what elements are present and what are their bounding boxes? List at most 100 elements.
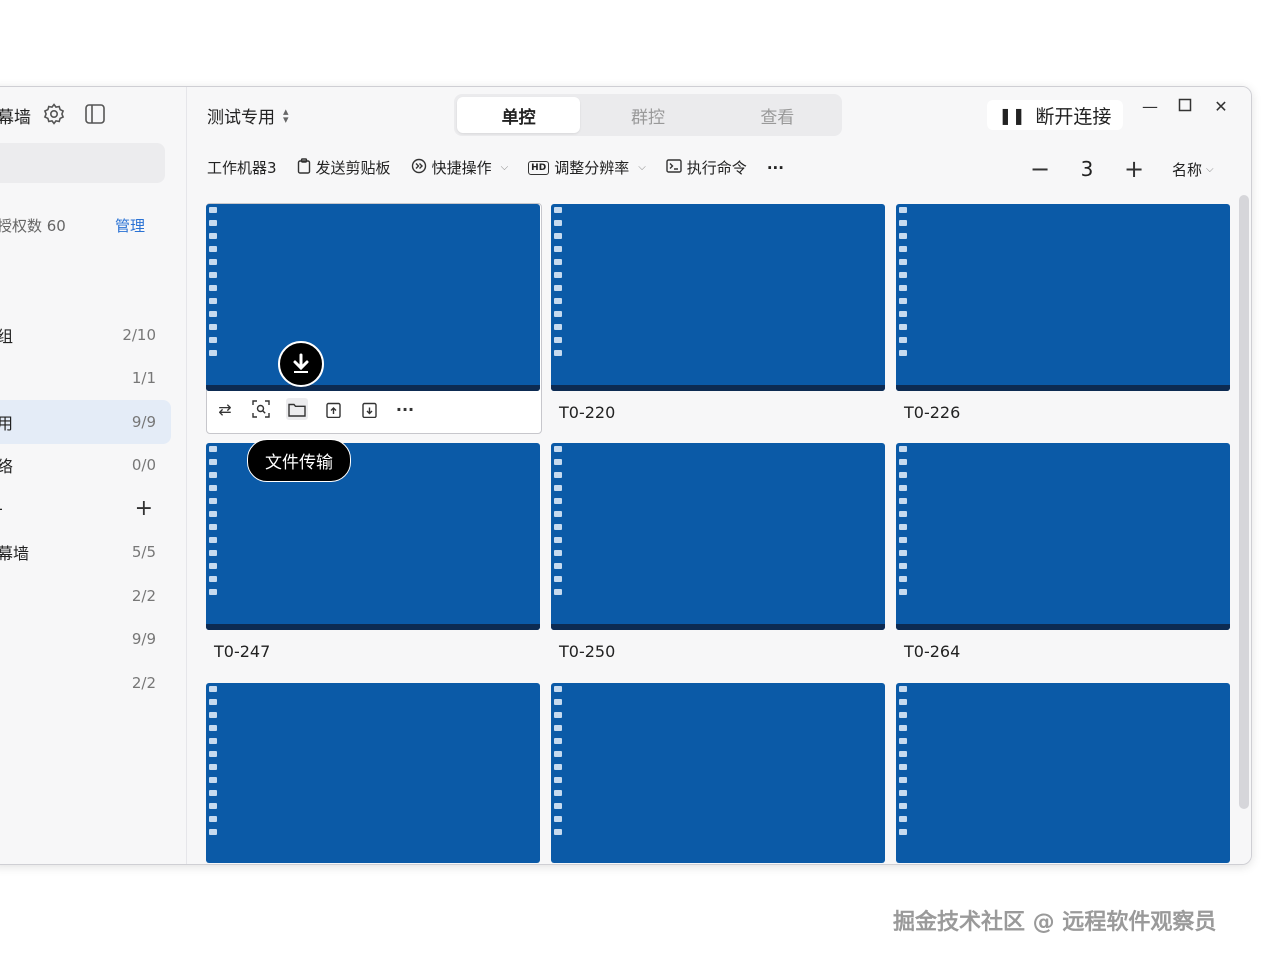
- device-name: T0-226: [904, 403, 961, 422]
- quick-ops-dropdown[interactable]: 快捷操作 ⌵: [411, 157, 509, 178]
- chevron-down-icon: ⌵: [1206, 164, 1214, 175]
- device-name: T0-264: [904, 642, 961, 661]
- sidebar-item-count: 1/1: [131, 369, 156, 388]
- chevron-down-icon: ⌵: [500, 162, 509, 173]
- device-tile[interactable]: [206, 683, 540, 863]
- sidebar: 幕墙 授权数 60 管理 组 2/10 1/1 用 9/9 络0/0 - + 幕墙 5/…: [0, 87, 187, 864]
- manage-link[interactable]: 管理: [115, 215, 145, 236]
- send-clipboard-label: 发送剪贴板: [315, 159, 391, 177]
- column-count[interactable]: 3: [1055, 157, 1119, 181]
- device-screen[interactable]: [551, 443, 885, 630]
- device-tile[interactable]: T0-250: [551, 443, 885, 673]
- sidebar-item-active[interactable]: 用 9/9: [0, 400, 171, 444]
- more-icon[interactable]: ···: [394, 398, 416, 420]
- increase-button[interactable]: +: [1119, 155, 1149, 183]
- sidebar-item[interactable]: 幕墙 5/5: [0, 531, 171, 575]
- search-input[interactable]: [0, 143, 165, 183]
- watermark: 掘金技术社区 @ 远程软件观察员: [893, 910, 1217, 935]
- resolution-dropdown[interactable]: HD 调整分辨率 ⌵: [528, 157, 646, 178]
- sidebar-item[interactable]: 9/9: [0, 618, 171, 662]
- toolbar: 工作机器3 发送剪贴板 快捷操作 ⌵ HD 调整分辨率 ⌵ 执行命令 ···: [207, 157, 804, 178]
- device-screen[interactable]: [896, 443, 1230, 630]
- group-list: 组 2/10 1/1 用 9/9 络0/0 - + 幕墙 5/5 2/2 9/9 2/2: [0, 313, 171, 705]
- device-name: T0-247: [214, 642, 271, 661]
- sidebar-item-count: 5/5: [131, 543, 156, 562]
- screenshot-icon[interactable]: [250, 398, 272, 420]
- decrease-button[interactable]: −: [1025, 155, 1055, 183]
- tooltip: 文件传输: [247, 439, 351, 482]
- sidebar-item-count: 2/2: [131, 586, 156, 605]
- sort-dropdown[interactable]: 名称 ⌵: [1172, 159, 1214, 180]
- device-tile[interactable]: T0-264: [896, 443, 1230, 673]
- desktop-icons: [209, 446, 218, 595]
- chevron-down-icon: ⌵: [638, 162, 646, 173]
- machine-label: 工作机器3: [207, 159, 277, 177]
- scrollbar[interactable]: [1239, 195, 1249, 809]
- device-screen[interactable]: [551, 204, 885, 391]
- column-stepper: − 3 +: [1025, 155, 1149, 183]
- sidebar-item[interactable]: 1/1: [0, 357, 171, 401]
- device-tile[interactable]: [896, 683, 1230, 863]
- desktop-taskbar: [206, 624, 540, 630]
- exec-command-button[interactable]: 执行命令: [666, 157, 747, 178]
- tab-group-control[interactable]: 群控: [586, 97, 709, 133]
- clipboard-download-icon[interactable]: [358, 398, 380, 420]
- sidebar-item[interactable]: 络 0/0: [0, 444, 171, 488]
- device-tile[interactable]: T0-220: [551, 204, 885, 434]
- device-screen[interactable]: [551, 683, 885, 863]
- device-screen[interactable]: [206, 683, 540, 863]
- sidebar-item[interactable]: 组 2/10: [0, 313, 171, 357]
- device-tile[interactable]: T0-226: [896, 204, 1230, 434]
- device-screen[interactable]: [896, 683, 1230, 863]
- sidebar-item-count: 9/9: [131, 630, 156, 649]
- desktop-icons: [554, 446, 563, 595]
- mode-tabs: 单控 群控 查看: [454, 94, 842, 136]
- add-icon[interactable]: +: [135, 496, 153, 521]
- sidebar-section-label: -: [0, 499, 3, 518]
- desktop-taskbar: [206, 385, 540, 391]
- download-cursor-icon: [278, 341, 324, 387]
- device-name: T0-220: [559, 403, 616, 422]
- folder-icon[interactable]: [286, 398, 308, 420]
- sidebar-item-label: 组: [0, 323, 13, 347]
- desktop-icons: [899, 207, 908, 356]
- send-clipboard-button[interactable]: 发送剪贴板: [297, 157, 391, 178]
- sidebar-item-count: 9/9: [131, 412, 156, 431]
- desktop-icons: [209, 686, 218, 835]
- switch-icon[interactable]: ⇄: [214, 398, 236, 420]
- disconnect-button[interactable]: ❚❚ 断开连接: [987, 100, 1123, 130]
- tab-single-control[interactable]: 单控: [457, 97, 581, 133]
- sidebar-toggle-icon[interactable]: [83, 102, 107, 126]
- group-select[interactable]: 测试专用 ▴ ▾: [207, 103, 289, 129]
- sidebar-title: 幕墙: [0, 108, 31, 128]
- clipboard-upload-icon[interactable]: [322, 398, 344, 420]
- maximize-icon[interactable]: [1173, 97, 1197, 116]
- auth-count: 授权数 60: [0, 217, 66, 235]
- desktop-icons: [554, 686, 563, 835]
- sidebar-item-label: 幕墙: [0, 544, 30, 564]
- device-screen[interactable]: [206, 204, 540, 391]
- desktop-icons: [209, 207, 218, 356]
- gear-icon[interactable]: [41, 101, 67, 127]
- device-screen[interactable]: [896, 204, 1230, 391]
- sort-label: 名称: [1172, 161, 1203, 179]
- more-button[interactable]: ···: [767, 159, 784, 177]
- desktop-icons: [899, 446, 908, 595]
- close-icon[interactable]: ✕: [1209, 97, 1233, 116]
- resolution-label: 调整分辨率: [554, 159, 630, 177]
- desktop-taskbar: [551, 385, 885, 391]
- desktop-taskbar: [896, 385, 1230, 391]
- device-tile[interactable]: [551, 683, 885, 863]
- terminal-icon: [666, 158, 682, 177]
- chevron-updown-icon: ▴ ▾: [283, 104, 289, 126]
- sidebar-item-count: 2/10: [122, 325, 156, 344]
- sidebar-item[interactable]: 2/2: [0, 574, 171, 618]
- sidebar-item[interactable]: 2/2: [0, 661, 171, 705]
- desktop-icons: [554, 207, 563, 356]
- sidebar-item-count: 0/0: [131, 456, 156, 475]
- quick-ops-label: 快捷操作: [431, 159, 492, 177]
- sidebar-item-label: 用: [0, 410, 13, 434]
- minimize-icon[interactable]: —: [1138, 97, 1162, 116]
- tab-view[interactable]: 查看: [716, 97, 839, 133]
- group-select-label: 测试专用: [207, 108, 275, 128]
